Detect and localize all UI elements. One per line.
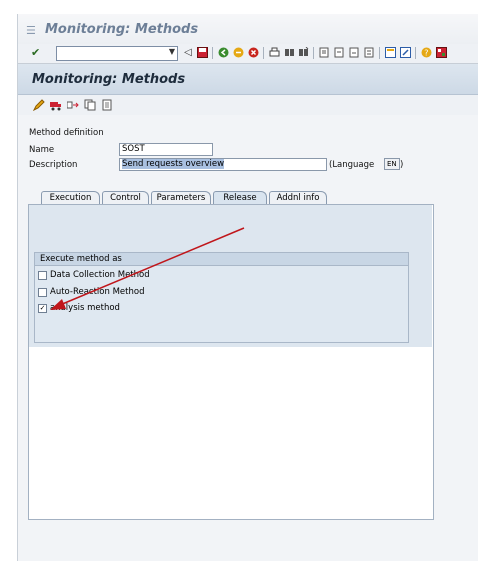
- annotation-arrow: [50, 227, 245, 310]
